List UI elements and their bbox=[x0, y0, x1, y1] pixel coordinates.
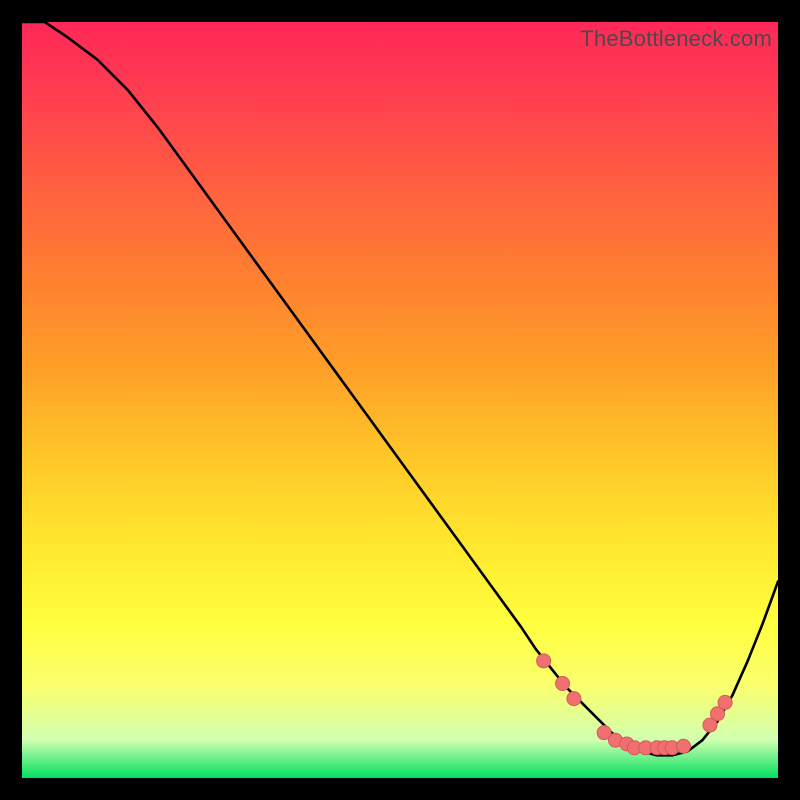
data-marker bbox=[567, 692, 581, 706]
bottleneck-curve bbox=[22, 22, 778, 755]
data-marker bbox=[556, 677, 570, 691]
data-marker bbox=[537, 654, 551, 668]
chart-svg bbox=[22, 22, 778, 778]
data-marker bbox=[677, 739, 691, 753]
chart-plot-area: TheBottleneck.com bbox=[22, 22, 778, 778]
data-marker bbox=[718, 695, 732, 709]
